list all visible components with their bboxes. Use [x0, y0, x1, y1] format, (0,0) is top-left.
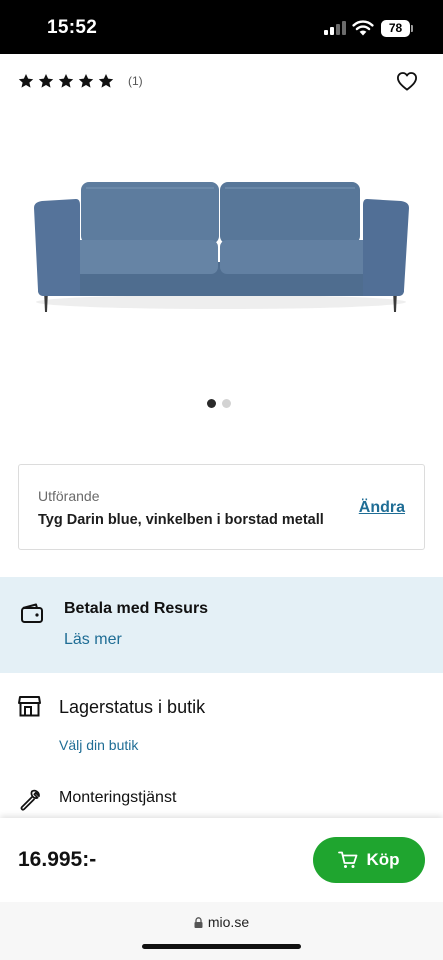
- star-icon: [38, 74, 54, 88]
- payment-info-section: Betala med Resurs Läs mer: [0, 577, 443, 673]
- change-variant-link[interactable]: Ändra: [359, 499, 405, 517]
- cellular-signal-icon: [324, 21, 346, 35]
- payment-title: Betala med Resurs: [64, 600, 209, 617]
- battery-icon: 78: [381, 20, 413, 37]
- browser-address-area: mio.se: [0, 902, 443, 960]
- battery-level: 78: [381, 20, 410, 37]
- read-more-link[interactable]: Läs mer: [64, 631, 122, 649]
- variant-label: Utförande: [38, 488, 100, 504]
- choose-store-link[interactable]: Välj din butik: [59, 737, 138, 753]
- wallet-icon: [21, 603, 43, 623]
- store-icon: [18, 696, 41, 717]
- product-image-sofa[interactable]: [0, 150, 443, 330]
- wrench-icon: [20, 789, 40, 811]
- variant-selector: Utförande Tyg Darin blue, vinkelben i bo…: [18, 464, 425, 550]
- stock-status-title: Lagerstatus i butik: [59, 697, 206, 717]
- star-icon: [18, 74, 34, 88]
- price: 16.995:-: [18, 848, 97, 871]
- rating-count: (1): [128, 74, 143, 88]
- star-icon: [58, 74, 74, 88]
- lock-icon: [194, 917, 203, 928]
- variant-value: Tyg Darin blue, vinkelben i borstad meta…: [38, 512, 324, 528]
- gallery-dot-1[interactable]: [207, 399, 216, 408]
- star-icon: [78, 74, 94, 88]
- wifi-icon: [352, 20, 374, 36]
- url-text: mio.se: [207, 914, 250, 930]
- home-indicator[interactable]: [142, 944, 301, 949]
- buy-button[interactable]: Köp: [313, 837, 425, 883]
- address-bar[interactable]: mio.se: [0, 914, 443, 930]
- cart-icon: [338, 851, 358, 868]
- heart-icon[interactable]: [396, 71, 418, 91]
- purchase-bar: 16.995:- Köp: [0, 818, 443, 902]
- status-bar: 15:52 78: [0, 0, 443, 54]
- gallery-dot-2[interactable]: [222, 399, 231, 408]
- status-time: 15:52: [47, 17, 98, 38]
- buy-button-label: Köp: [366, 850, 400, 869]
- gallery-pagination[interactable]: [207, 399, 237, 408]
- star-icon: [98, 74, 114, 88]
- product-rating[interactable]: (1): [18, 70, 143, 92]
- assembly-service[interactable]: Monteringstjänst: [59, 789, 176, 807]
